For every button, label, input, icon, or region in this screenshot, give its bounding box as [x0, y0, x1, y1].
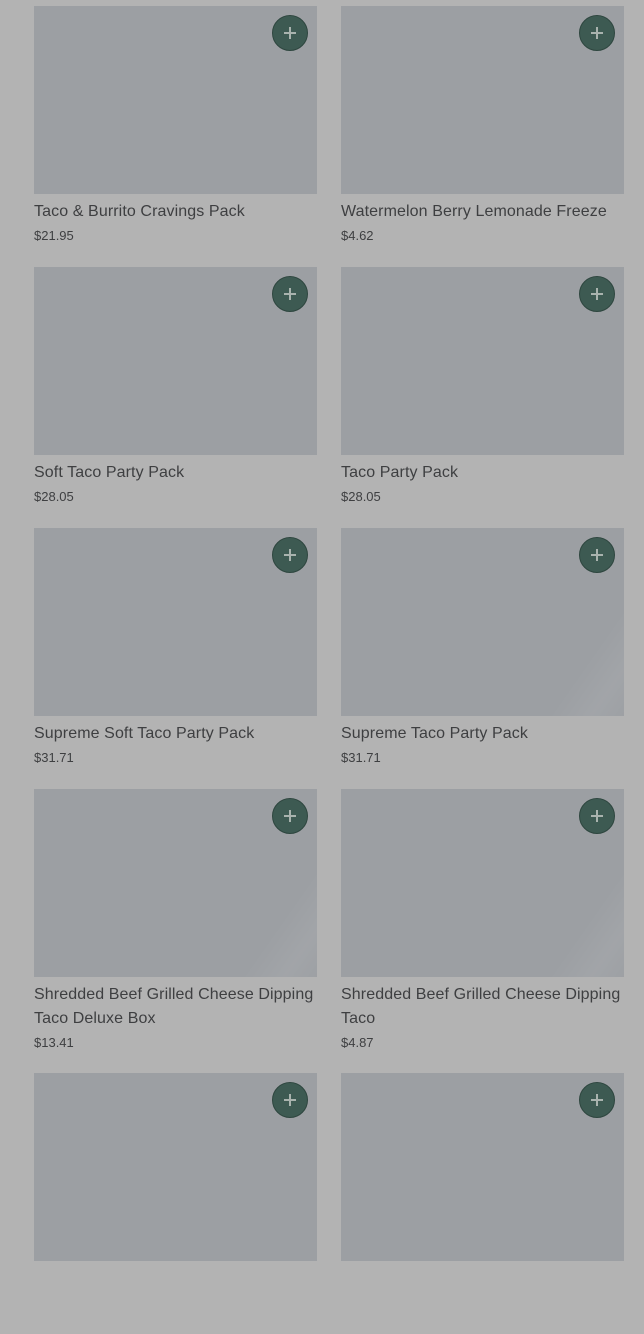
product-card[interactable]: Taco Party Pack $28.05	[341, 267, 624, 528]
add-to-cart-button[interactable]	[272, 798, 308, 834]
product-price: $4.62	[341, 228, 374, 243]
product-image[interactable]	[34, 6, 317, 194]
product-image[interactable]	[34, 528, 317, 716]
product-image[interactable]	[341, 6, 624, 194]
product-card[interactable]: Shredded Beef Grilled Cheese Dipping Tac…	[34, 789, 317, 1073]
add-to-cart-button[interactable]	[272, 537, 308, 573]
plus-icon	[284, 288, 296, 300]
product-name[interactable]: Supreme Taco Party Pack	[341, 722, 624, 746]
product-image[interactable]	[34, 1073, 317, 1261]
product-name[interactable]: Watermelon Berry Lemonade Freeze	[341, 200, 624, 224]
product-card[interactable]: Supreme Taco Party Pack $31.71	[341, 528, 624, 789]
product-name[interactable]: Shredded Beef Grilled Cheese Dipping Tac…	[34, 983, 317, 1031]
product-name[interactable]: Soft Taco Party Pack	[34, 461, 317, 485]
product-price: $28.05	[34, 489, 74, 504]
product-image[interactable]	[341, 1073, 624, 1261]
product-name[interactable]: Shredded Beef Grilled Cheese Dipping Tac…	[341, 983, 624, 1031]
product-card[interactable]	[341, 1073, 624, 1334]
image-sheen	[544, 590, 624, 716]
product-name[interactable]: Taco & Burrito Cravings Pack	[34, 200, 317, 224]
add-to-cart-button[interactable]	[579, 798, 615, 834]
product-card[interactable]: Supreme Soft Taco Party Pack $31.71	[34, 528, 317, 789]
image-sheen	[544, 851, 624, 977]
plus-icon	[284, 1094, 296, 1106]
plus-icon	[591, 549, 603, 561]
product-card[interactable]: Shredded Beef Grilled Cheese Dipping Tac…	[341, 789, 624, 1073]
product-price: $31.71	[341, 750, 381, 765]
product-card[interactable]	[34, 1073, 317, 1334]
add-to-cart-button[interactable]	[272, 276, 308, 312]
product-grid: Taco & Burrito Cravings Pack $21.95 Wate…	[34, 6, 624, 1334]
product-card[interactable]: Taco & Burrito Cravings Pack $21.95	[34, 6, 317, 267]
product-card[interactable]: Soft Taco Party Pack $28.05	[34, 267, 317, 528]
plus-icon	[284, 810, 296, 822]
product-card[interactable]: Watermelon Berry Lemonade Freeze $4.62	[341, 6, 624, 267]
product-price: $31.71	[34, 750, 74, 765]
add-to-cart-button[interactable]	[579, 276, 615, 312]
plus-icon	[591, 288, 603, 300]
product-image[interactable]	[341, 528, 624, 716]
plus-icon	[591, 27, 603, 39]
product-price: $4.87	[341, 1035, 374, 1050]
product-image[interactable]	[341, 267, 624, 455]
add-to-cart-button[interactable]	[579, 15, 615, 51]
product-price: $13.41	[34, 1035, 74, 1050]
add-to-cart-button[interactable]	[272, 15, 308, 51]
product-image[interactable]	[34, 789, 317, 977]
add-to-cart-button[interactable]	[579, 537, 615, 573]
plus-icon	[284, 549, 296, 561]
product-price: $21.95	[34, 228, 74, 243]
product-name[interactable]: Supreme Soft Taco Party Pack	[34, 722, 317, 746]
product-image[interactable]	[34, 267, 317, 455]
image-sheen	[237, 851, 317, 977]
plus-icon	[284, 27, 296, 39]
plus-icon	[591, 810, 603, 822]
product-image[interactable]	[341, 789, 624, 977]
product-name[interactable]: Taco Party Pack	[341, 461, 624, 485]
product-price: $28.05	[341, 489, 381, 504]
plus-icon	[591, 1094, 603, 1106]
